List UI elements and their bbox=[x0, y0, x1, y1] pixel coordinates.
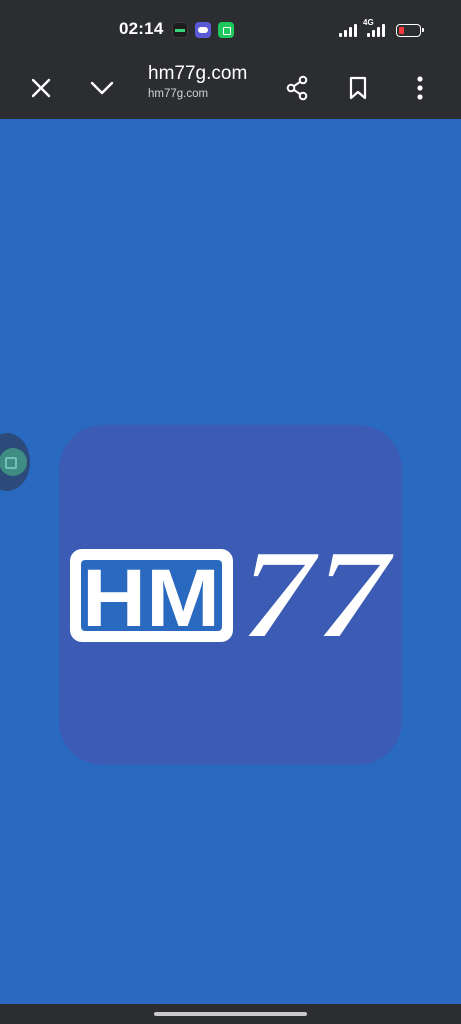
chat-app-icon bbox=[218, 22, 234, 38]
close-icon bbox=[31, 78, 51, 98]
logo-text-77: 77 bbox=[240, 523, 396, 665]
close-button[interactable] bbox=[17, 64, 65, 112]
hm77-logo: HM 77 bbox=[70, 522, 397, 666]
browser-toolbar: hm77g.com hm77g.com bbox=[0, 58, 461, 119]
status-time: 02:14 bbox=[119, 19, 164, 38]
battery-icon bbox=[396, 24, 424, 37]
page-url: hm77g.com bbox=[148, 88, 209, 100]
web-page-content: HM 77 bbox=[0, 119, 461, 1004]
minimize-button[interactable] bbox=[78, 64, 126, 112]
status-bar: 02:14 4G bbox=[0, 0, 461, 58]
url-display[interactable]: hm77g.com hm77g.com bbox=[148, 62, 268, 101]
logo-text-hm: HM bbox=[82, 553, 220, 644]
bookmark-button[interactable] bbox=[334, 64, 382, 112]
floating-chat-bubble[interactable] bbox=[0, 433, 30, 491]
bookmark-icon bbox=[349, 76, 367, 100]
cloud-app-icon bbox=[195, 22, 211, 38]
cell-signal-icon-2 bbox=[367, 24, 385, 37]
more-vert-icon bbox=[417, 76, 423, 100]
news-app-icon bbox=[172, 22, 188, 38]
home-indicator[interactable] bbox=[154, 1012, 307, 1016]
cell-signal-icon bbox=[339, 24, 357, 37]
chat-bubble-icon bbox=[0, 448, 27, 476]
battery-level bbox=[398, 26, 404, 34]
more-options-button[interactable] bbox=[396, 64, 444, 112]
chevron-down-icon bbox=[90, 81, 114, 95]
system-navigation-bar bbox=[0, 1004, 461, 1024]
share-icon bbox=[286, 75, 308, 101]
page-title: hm77g.com bbox=[148, 63, 248, 84]
site-logo: HM 77 bbox=[59, 425, 402, 765]
share-button[interactable] bbox=[273, 64, 321, 112]
